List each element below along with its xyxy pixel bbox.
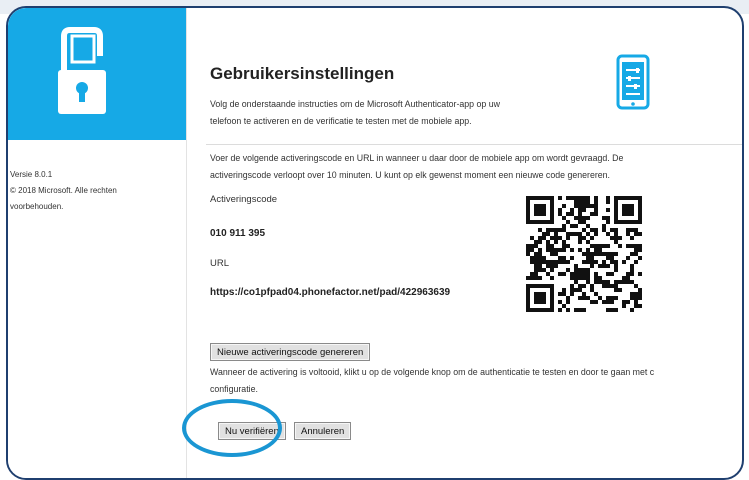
brand-logo	[8, 8, 186, 140]
page-title: Gebruikersinstellingen	[210, 64, 395, 83]
cancel-button[interactable]: Annuleren	[294, 422, 352, 440]
activation-instructions: Voer de volgende activeringscode en URL …	[210, 150, 742, 184]
sidebar: Versie 8.0.1 © 2018 Microsoft. Alle rech…	[8, 8, 187, 478]
version-info: Versie 8.0.1 © 2018 Microsoft. Alle rech…	[10, 168, 180, 216]
main-content: Gebruikersinstellingen Volg de onderstaa…	[188, 8, 742, 478]
lock-phone-logo-icon	[58, 27, 106, 114]
intro-line-2: telefoon te activeren en de verificatie …	[210, 116, 472, 126]
copyright-line-1: © 2018 Microsoft. Alle rechten	[10, 186, 117, 195]
url-value: https://co1pfpad04.phonefactor.net/pad/4…	[210, 287, 451, 298]
instruction-line-1: Voer de volgende activeringscode en URL …	[210, 153, 624, 163]
completion-line-2: configuratie.	[210, 384, 258, 394]
section-divider	[206, 144, 742, 145]
copyright-line-2: voorbehouden.	[10, 202, 64, 211]
intro-text: Volg de onderstaande instructies om de M…	[210, 96, 590, 130]
settings-window: Versie 8.0.1 © 2018 Microsoft. Alle rech…	[6, 6, 744, 480]
completion-instructions: Wanneer de activering is voltooid, klikt…	[210, 364, 742, 398]
generate-new-code-button[interactable]: Nieuwe activeringscode genereren	[210, 343, 371, 361]
intro-line-1: Volg de onderstaande instructies om de M…	[210, 99, 500, 109]
completion-line-1: Wanneer de activering is voltooid, klikt…	[210, 367, 655, 377]
phone-settings-icon	[616, 54, 650, 110]
url-label: URL	[210, 258, 230, 269]
activation-code-label: Activeringscode	[210, 194, 278, 205]
verify-now-button[interactable]: Nu verifiëren	[218, 422, 286, 440]
version-label: Versie 8.0.1	[10, 170, 53, 179]
activation-code-value: 010 911 395	[210, 228, 266, 239]
instruction-line-2: activeringscode verloopt over 10 minuten…	[210, 170, 611, 180]
qr-code	[526, 196, 642, 312]
